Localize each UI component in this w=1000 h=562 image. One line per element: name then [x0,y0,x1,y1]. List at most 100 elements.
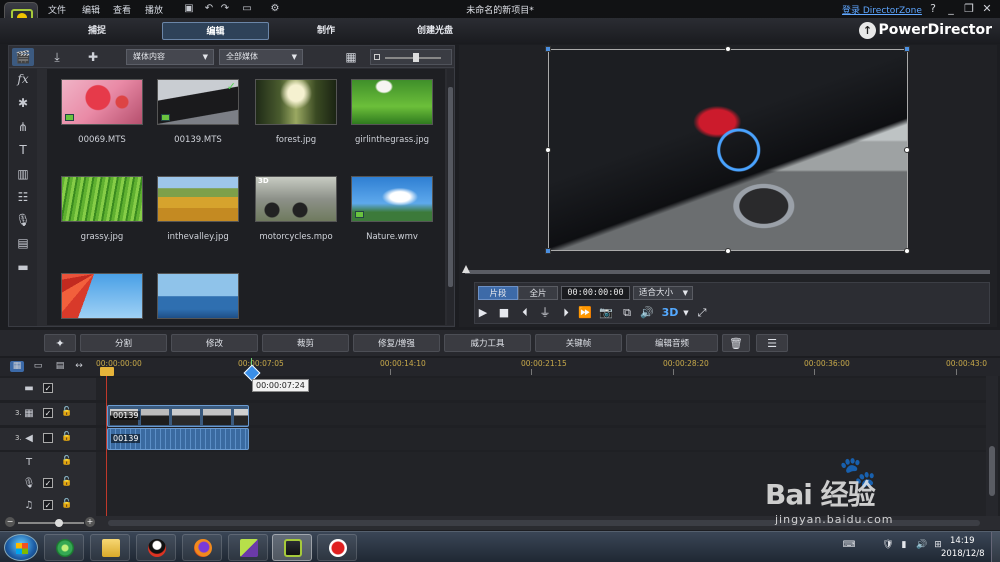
media-item[interactable]: grassy.jpg [61,176,143,242]
media-room-icon[interactable]: 🎬 [12,48,34,66]
clock-date[interactable]: 2018/12/8 [941,549,985,559]
snapshot-camera-icon[interactable]: 📷 [598,305,614,321]
tab-edit[interactable]: 编辑 [162,22,269,40]
power-tools-button[interactable]: 威力工具 [444,334,531,352]
menu-view[interactable]: 查看 [113,3,131,16]
timeline-ruler[interactable]: 00:00:00:00 00:00:07:05 00:00:14:10 00:0… [96,358,987,376]
security-icon[interactable]: 🛡 [881,540,895,552]
undo-icon[interactable]: ↶ [202,2,216,15]
resize-handle[interactable] [725,46,731,52]
help-button[interactable]: ? [926,2,940,16]
play-icon[interactable]: ▶ [475,305,491,321]
timeline-horizontal-scrollbar[interactable] [108,520,980,526]
keyboard-icon[interactable]: ⌨ [842,540,856,552]
media-item[interactable]: 00069.MTS [61,79,143,145]
upload-icon[interactable]: ↑ [859,22,876,39]
more-options-button[interactable]: ☰ [756,334,788,352]
3d-mode-button[interactable]: 3D [660,305,680,321]
effects-icon[interactable]: fx [14,71,32,87]
save-icon[interactable]: ▣ [182,2,196,15]
media-filter-dropdown[interactable]: 全部媒体 ▼ [219,49,303,65]
media-item[interactable]: Nature.wmv [351,176,433,242]
taskbar-app-firefox[interactable] [182,534,222,561]
taskbar-app-qq[interactable] [136,534,176,561]
media-item[interactable]: forest.jpg [255,79,337,145]
taskbar-app-recorder[interactable] [317,534,357,561]
split-icon[interactable]: ⏚ [537,305,553,321]
chapter-icon[interactable]: ▤ [14,235,32,251]
track-body[interactable] [96,452,986,474]
3d-options-chevron-icon[interactable]: ▼ [678,305,694,321]
thumbnail-size-slider[interactable] [370,49,452,65]
stop-icon[interactable]: ■ [496,305,512,321]
media-item[interactable]: inthevalley.jpg [157,176,239,242]
fix-enhance-button[interactable]: 修复/增强 [353,334,440,352]
preview-scrub-bar[interactable] [465,270,990,274]
track-enable-checkbox[interactable]: ✓ [43,500,53,510]
taskbar-app-powerdirector[interactable] [272,534,312,561]
resize-handle[interactable] [725,248,731,254]
clock-time[interactable]: 14:19 [950,536,975,546]
audio-mixing-icon[interactable]: ☷ [14,189,32,205]
resize-handle[interactable] [904,248,910,254]
keyframe-button[interactable]: 关键帧 [535,334,622,352]
start-button[interactable] [4,534,38,561]
resize-handle[interactable] [545,46,551,52]
audio-clip[interactable]: 00139 [107,428,249,450]
settings-gear-icon[interactable]: ⚙ [268,2,282,15]
track-body[interactable] [96,473,986,495]
dual-monitor-icon[interactable]: ⧉ [619,305,635,321]
lock-icon[interactable]: 🔓 [61,499,72,509]
timecode-display[interactable]: 00:00:00:00 [561,286,630,300]
fast-forward-icon[interactable]: ⏩ [577,305,593,321]
track-enable-checkbox[interactable]: ✓ [43,383,53,393]
resize-handle[interactable] [904,147,910,153]
fit-size-dropdown[interactable]: 适合大小 ▼ [633,286,693,300]
tab-capture[interactable]: 捕捉 [67,22,127,40]
modify-button[interactable]: 修改 [171,334,258,352]
zoom-in-icon[interactable]: + [85,517,95,527]
media-content-dropdown[interactable]: 媒体内容 ▼ [126,49,214,65]
delete-button[interactable]: 🗑 [722,334,750,352]
volume-icon[interactable]: 🔊 [915,540,929,552]
volume-icon[interactable]: 🔊 [639,305,655,321]
aspect-ratio-icon[interactable]: ▭ [238,2,256,15]
timeline-view-icon[interactable]: ▦ [10,361,24,372]
transition-icon[interactable]: ▥ [14,166,32,182]
timeline-zoom-track[interactable] [18,522,84,524]
plugins-icon[interactable]: ✚ [82,48,104,66]
taskbar-app-explorer[interactable] [90,534,130,561]
tab-create-disc[interactable]: 创建光盘 [405,22,465,40]
login-directorzone-link[interactable]: 登录 DirectorZone [842,3,922,16]
pip-objects-icon[interactable]: ✱ [14,95,32,111]
menu-file[interactable]: 文件 [48,3,66,16]
clip-mode-button[interactable]: 片段 [478,286,518,300]
split-button[interactable]: 分割 [80,334,167,352]
taskbar-app-camtasia[interactable] [228,534,268,561]
video-clip[interactable]: 00139 [107,405,249,427]
lock-icon[interactable]: 🔓 [61,407,72,417]
timeline-vertical-scrollbar[interactable] [986,376,998,516]
scrollbar-thumb[interactable] [448,87,453,287]
maximize-button[interactable]: ❐ [962,2,976,16]
title-icon[interactable]: T [14,142,32,158]
resize-handle[interactable] [545,147,551,153]
particle-icon[interactable]: ⋔ [14,119,32,135]
preview-video[interactable] [548,49,908,251]
network-icon[interactable]: ▮ [897,540,911,552]
resize-handle[interactable] [904,46,910,52]
track-manager-icon[interactable]: ▤ [53,361,67,372]
library-scrollbar[interactable] [447,69,454,325]
fit-timeline-icon[interactable]: ↔ [72,361,86,372]
edit-audio-button[interactable]: 编辑音频 [626,334,718,352]
scrollbar-thumb[interactable] [989,446,995,496]
playhead-marker[interactable] [100,367,114,376]
track-enable-checkbox[interactable]: ✓ [43,478,53,488]
menu-play[interactable]: 播放 [145,3,163,16]
grid-view-icon[interactable]: ▦ [340,48,362,66]
movie-mode-button[interactable]: 全片 [518,286,558,300]
track-enable-checkbox[interactable] [43,433,53,443]
subtitle-icon[interactable]: ▬ [14,259,32,275]
menu-edit[interactable]: 编辑 [82,3,100,16]
previous-frame-icon[interactable]: ⏴ [517,305,533,321]
